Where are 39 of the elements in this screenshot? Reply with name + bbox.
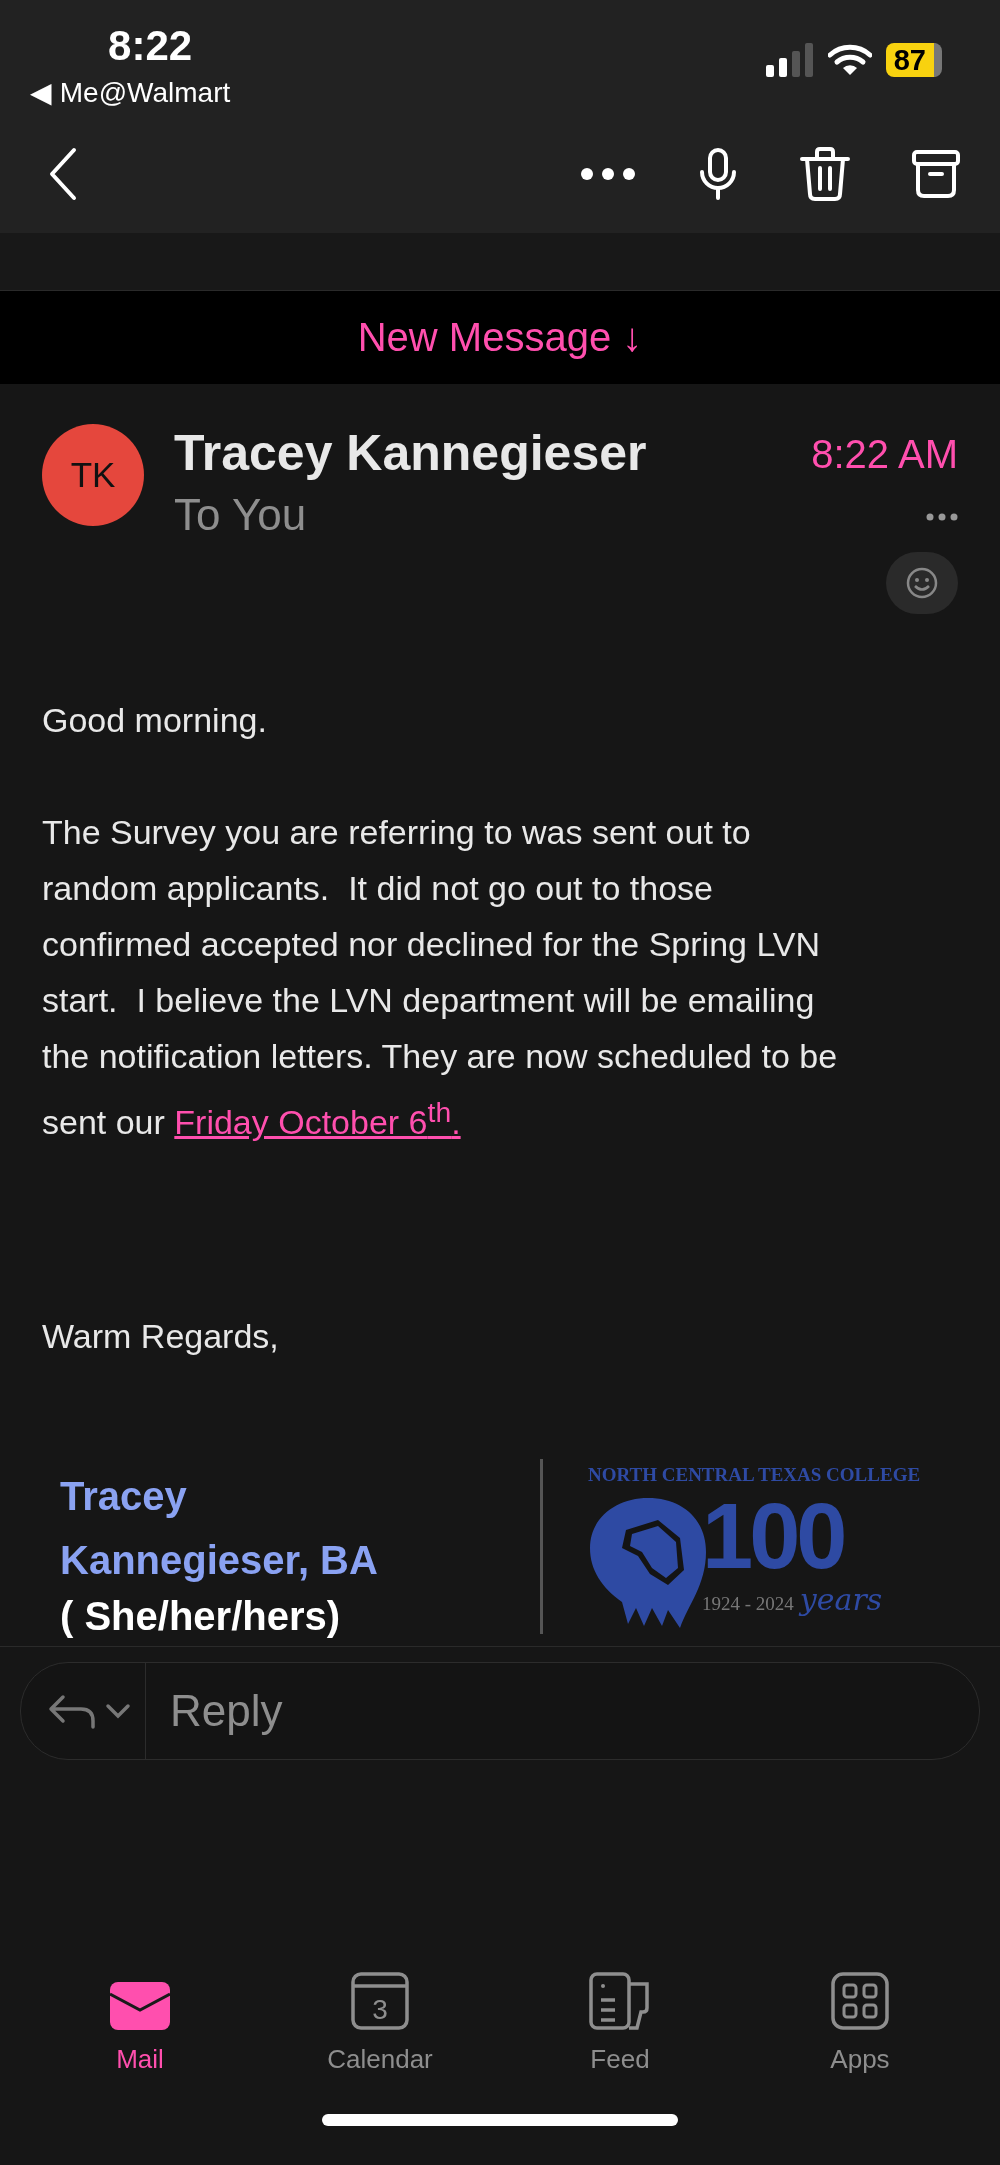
chevron-icon: [105, 1703, 131, 1719]
trash-icon[interactable]: [800, 147, 850, 201]
signature-name: Tracey Kannegieser, BA: [60, 1473, 379, 1585]
signal-icon: [765, 43, 814, 77]
logo-script: years: [799, 1582, 883, 1618]
message-time: 8:22 AM: [811, 432, 958, 477]
calendar-icon: 3: [351, 1972, 409, 2030]
archive-icon[interactable]: [912, 150, 960, 198]
reply-bar[interactable]: Reply: [20, 1662, 980, 1760]
tab-item[interactable]: Apps: [780, 1965, 940, 2075]
reply-field[interactable]: Reply: [146, 1685, 979, 1737]
more-icon[interactable]: [580, 167, 636, 181]
sender-name: Tracey Kannegieser: [174, 424, 648, 482]
reply-icon: [47, 1693, 97, 1729]
smiley-icon: [906, 567, 938, 599]
feed-icon: [589, 1972, 651, 2030]
date-link[interactable]: Friday October 6$^{th}$.: [174, 1103, 461, 1142]
sender-avatar: TK: [42, 424, 144, 526]
recipient-label: To You: [174, 490, 308, 540]
mail-icon: [110, 1982, 170, 2030]
back-icon[interactable]: [48, 147, 78, 201]
body-paragraph: Good morning.: [42, 700, 268, 741]
wifi-icon: [827, 44, 872, 76]
battery-indicator: 87: [885, 43, 942, 77]
logo-years: 1924 - 2024: [702, 1593, 794, 1616]
tab-item[interactable]: 3 Calendar: [300, 1965, 460, 2075]
tab-item[interactable]: Feed: [540, 1965, 700, 2075]
body-paragraph: The Survey you are referring to was sent out to random applicants. It did not go out to those confirmed accepted nor declined for the Spring LVN start. I believe the LVN department will be emailing the notification letters. They are now scheduled to be sent our Friday October 6$^{th}$.: [42, 812, 839, 1144]
apps-icon: [831, 1972, 889, 2030]
status-time: 8:22: [108, 22, 193, 70]
back-to-app-link[interactable]: ◀ Me@Walmart: [30, 76, 231, 109]
tab-item[interactable]: Mail: [60, 1965, 220, 2075]
new-message-link[interactable]: New Message ↓: [357, 315, 643, 360]
logo-title: NORTH CENTRAL TEXAS COLLEGE: [588, 1464, 921, 1487]
microphone-icon[interactable]: [698, 148, 738, 200]
signature-pronouns: ( She/her/hers): [60, 1593, 342, 1641]
body-paragraph: Warm Regards,: [42, 1316, 280, 1358]
logo-number: 100: [702, 1490, 845, 1583]
more-icon[interactable]: [926, 513, 958, 521]
